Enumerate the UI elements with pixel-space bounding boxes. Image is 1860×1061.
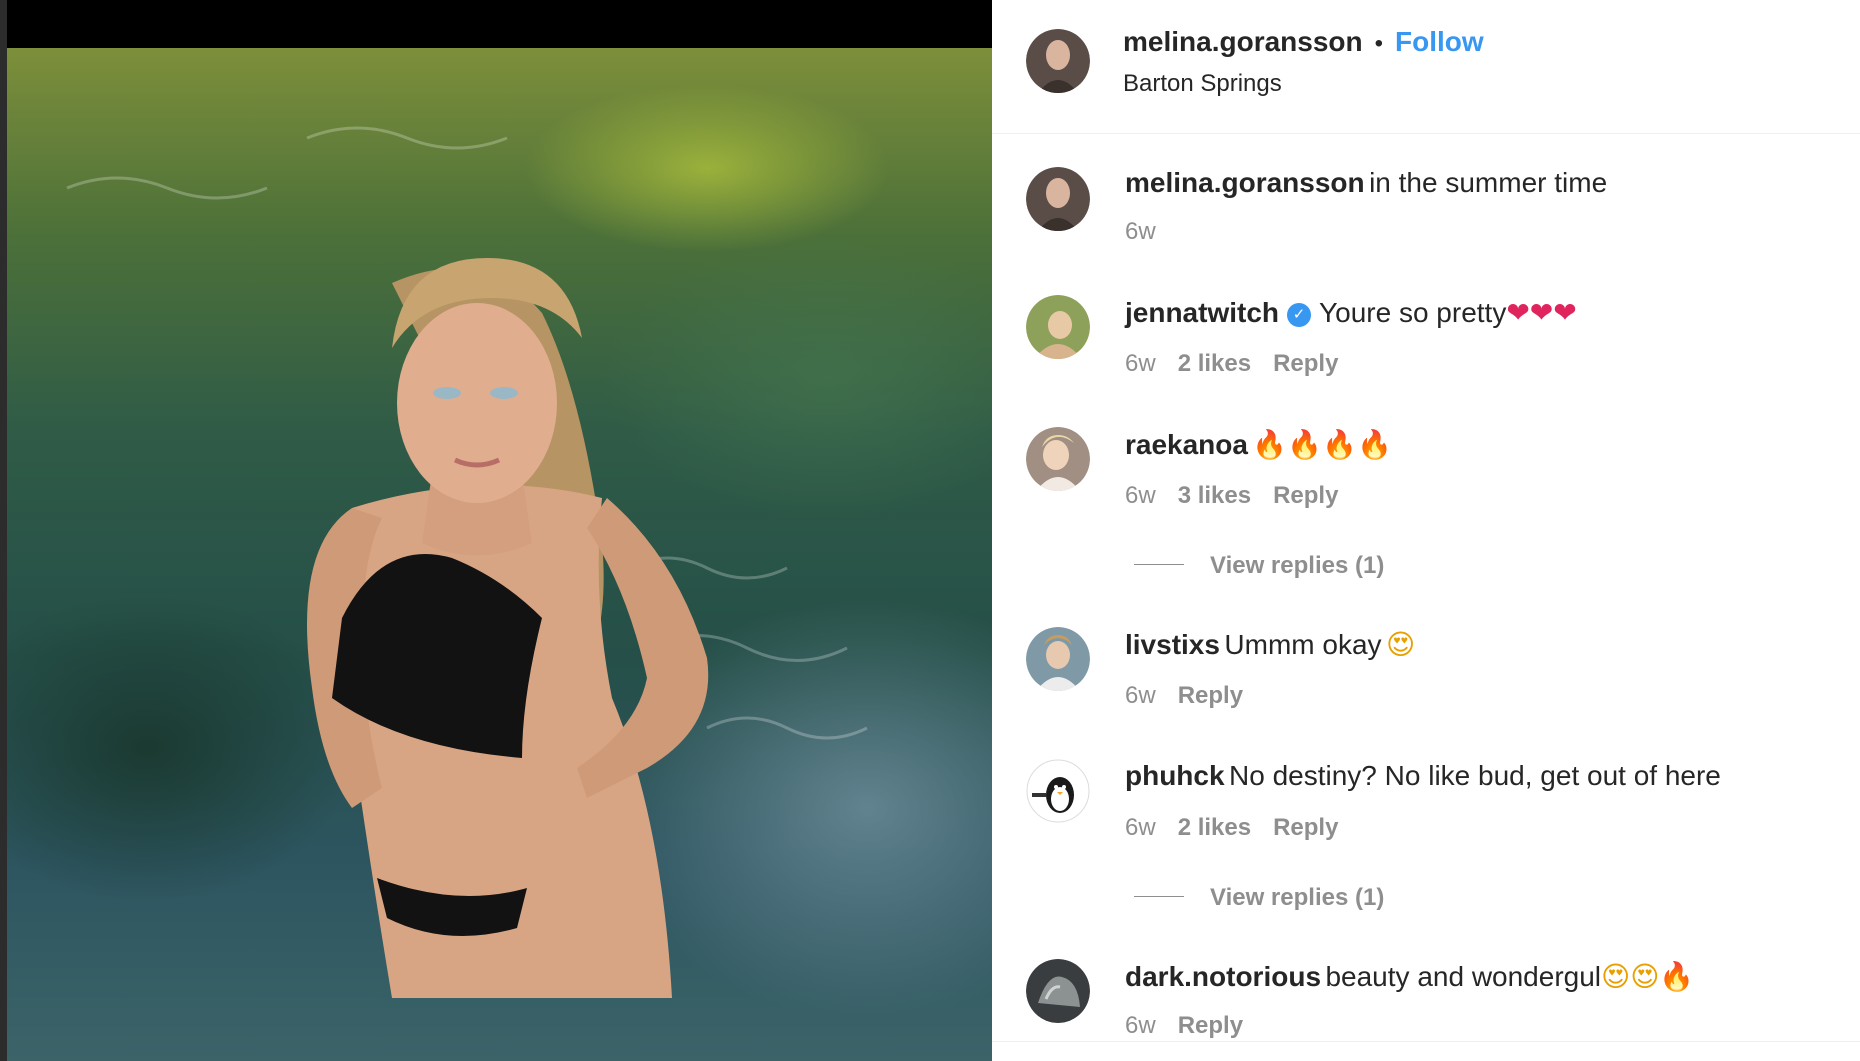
caption-age: 6w bbox=[1125, 218, 1156, 246]
post-media-panel bbox=[0, 0, 992, 1061]
heart-eyes-emoji: 😍 bbox=[1385, 628, 1416, 661]
post-location[interactable]: Barton Springs bbox=[1123, 70, 1282, 98]
view-replies-label: View replies (1) bbox=[1210, 552, 1385, 579]
sidebar-divider bbox=[992, 1041, 1860, 1042]
comment-item: raekanoa 🔥🔥🔥🔥 bbox=[1125, 428, 1392, 461]
reply-button[interactable]: Reply bbox=[1178, 1012, 1243, 1039]
emoji-reactions: 😍😍🔥 bbox=[1601, 960, 1695, 993]
heart-emoji: ❤❤❤ bbox=[1506, 296, 1577, 329]
comment-text: No destiny? No like bud, get out of here bbox=[1229, 760, 1721, 791]
reply-button[interactable]: Reply bbox=[1178, 682, 1243, 709]
comment-meta: 6w 2 likes Reply bbox=[1125, 350, 1338, 378]
comment-age[interactable]: 6w bbox=[1125, 1012, 1156, 1039]
verified-badge-icon: ✓ bbox=[1287, 302, 1312, 327]
replies-divider bbox=[1134, 564, 1184, 566]
comment-likes[interactable]: 2 likes bbox=[1178, 814, 1251, 841]
comment-avatar[interactable] bbox=[1026, 959, 1090, 1023]
comment-meta: 6w Reply bbox=[1125, 682, 1243, 710]
timestamp[interactable]: 6w bbox=[1125, 218, 1156, 245]
replies-divider bbox=[1134, 896, 1184, 898]
view-replies-button[interactable]: View replies (1) bbox=[1134, 884, 1384, 912]
view-replies-button[interactable]: View replies (1) bbox=[1134, 552, 1384, 580]
comment-meta: 6w Reply bbox=[1125, 1012, 1243, 1040]
comment-item: livstixs Ummm okay 😍 bbox=[1125, 628, 1415, 661]
post-sidebar: melina.goransson • Follow Barton Springs m… bbox=[992, 0, 1860, 1061]
window-edge bbox=[0, 0, 7, 1061]
comment-item: dark.notorious beauty and wondergul😍😍🔥 bbox=[1125, 960, 1694, 993]
photo-subject bbox=[66, 126, 868, 999]
comment-avatar[interactable] bbox=[1026, 427, 1090, 491]
reply-button[interactable]: Reply bbox=[1273, 350, 1338, 377]
fire-emoji: 🔥🔥🔥🔥 bbox=[1252, 428, 1392, 461]
comment-likes[interactable]: 2 likes bbox=[1178, 350, 1251, 377]
reply-button[interactable]: Reply bbox=[1273, 482, 1338, 509]
comment-avatar[interactable] bbox=[1026, 627, 1090, 691]
comment-age[interactable]: 6w bbox=[1125, 682, 1156, 709]
comment-username[interactable]: phuhck bbox=[1125, 760, 1225, 791]
comment-age[interactable]: 6w bbox=[1125, 814, 1156, 841]
comment-avatar[interactable] bbox=[1026, 759, 1090, 823]
comment-username[interactable]: jennatwitch bbox=[1125, 297, 1279, 328]
comment-meta: 6w 3 likes Reply bbox=[1125, 482, 1338, 510]
comment-age[interactable]: 6w bbox=[1125, 350, 1156, 377]
comment-username[interactable]: raekanoa bbox=[1125, 429, 1248, 460]
view-replies-label: View replies (1) bbox=[1210, 884, 1385, 911]
post-header: melina.goransson • Follow Barton Springs bbox=[992, 0, 1860, 134]
instagram-post-view: melina.goransson • Follow Barton Springs m… bbox=[0, 0, 1860, 1061]
caption-username[interactable]: melina.goransson bbox=[1125, 167, 1365, 198]
author-username[interactable]: melina.goransson bbox=[1123, 26, 1363, 57]
comment-text: Ummm okay bbox=[1224, 629, 1382, 660]
comment-meta: 6w 2 likes Reply bbox=[1125, 814, 1338, 842]
header-separator: • bbox=[1374, 30, 1384, 57]
caption: melina.goransson in the summer time bbox=[1125, 167, 1607, 199]
comment-likes[interactable]: 3 likes bbox=[1178, 482, 1251, 509]
comment-item: jennatwitch ✓ Youre so pretty❤❤❤ bbox=[1125, 296, 1577, 330]
caption-text: in the summer time bbox=[1369, 167, 1608, 198]
caption-avatar[interactable] bbox=[1026, 167, 1090, 231]
comment-avatar[interactable] bbox=[1026, 295, 1090, 359]
comment-text: Youre so pretty bbox=[1319, 297, 1507, 328]
author-avatar[interactable] bbox=[1026, 29, 1090, 93]
follow-button[interactable]: Follow bbox=[1395, 26, 1484, 57]
comment-username[interactable]: dark.notorious bbox=[1125, 961, 1321, 992]
comment-username[interactable]: livstixs bbox=[1125, 629, 1220, 660]
reply-button[interactable]: Reply bbox=[1273, 814, 1338, 841]
comment-text: beauty and wondergul bbox=[1325, 961, 1602, 992]
comment-age[interactable]: 6w bbox=[1125, 482, 1156, 509]
comment-item: phuhck No destiny? No like bud, get out … bbox=[1125, 760, 1721, 792]
